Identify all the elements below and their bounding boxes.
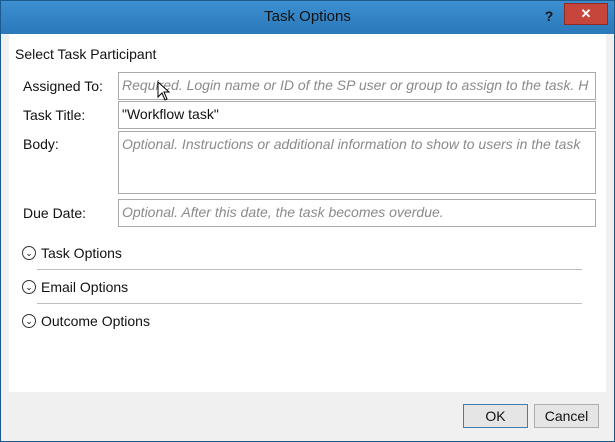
ok-button[interactable]: OK [463,404,528,428]
outcome-options-expander[interactable]: ⌄ Outcome Options [22,310,150,332]
body-field[interactable]: Optional. Instructions or additional inf… [118,131,596,194]
outcome-options-label: Outcome Options [41,313,150,329]
title-bar[interactable]: Task Options ? ✕ [1,1,614,34]
task-options-dialog: Task Options ? ✕ Select Task Participant… [0,0,615,442]
due-date-label: Due Date: [23,205,87,221]
task-options-expander[interactable]: ⌄ Task Options [22,242,122,264]
mouse-pointer-icon [157,81,171,101]
section-heading: Select Task Participant [15,46,157,62]
help-button[interactable]: ? [539,6,559,26]
task-title-label: Task Title: [23,107,86,123]
chevron-down-circle-icon: ⌄ [22,280,36,294]
email-options-label: Email Options [41,279,129,295]
divider [37,303,582,304]
divider [37,269,582,270]
task-title-field[interactable]: "Workflow task" [118,101,596,129]
chevron-down-circle-icon: ⌄ [22,246,36,260]
chevron-down-circle-icon: ⌄ [22,314,36,328]
body-label: Body: [23,136,59,152]
email-options-expander[interactable]: ⌄ Email Options [22,276,128,298]
assigned-to-label: Assigned To: [23,78,103,94]
assigned-to-field[interactable]: Required. Login name or ID of the SP use… [118,72,596,100]
close-button[interactable]: ✕ [564,3,608,25]
window-title: Task Options [264,8,351,25]
cancel-button[interactable]: Cancel [534,404,599,428]
due-date-field[interactable]: Optional. After this date, the task beco… [118,199,596,227]
task-options-label: Task Options [41,245,122,261]
